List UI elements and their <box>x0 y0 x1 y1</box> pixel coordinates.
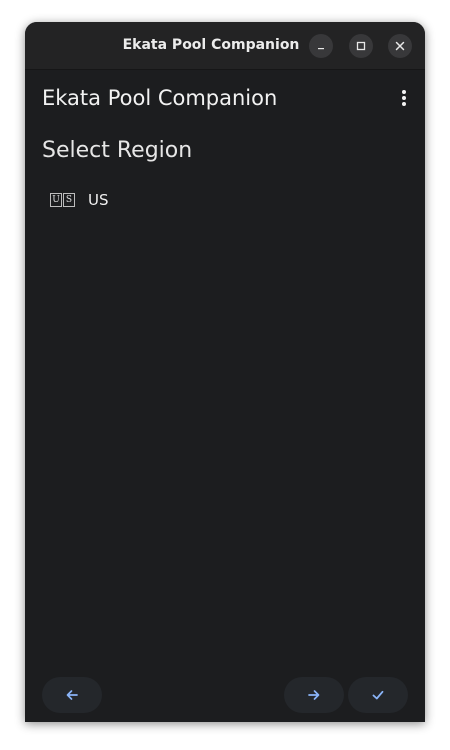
arrow-right-icon <box>308 690 320 700</box>
done-button[interactable] <box>348 677 408 713</box>
arrow-left-icon <box>66 690 78 700</box>
next-button[interactable] <box>284 677 344 713</box>
flag-letter: U <box>50 193 62 207</box>
more-vert-icon <box>402 90 406 106</box>
app-window: Ekata Pool Companion Ekata Pool Companio… <box>25 22 425 722</box>
page-heading: Select Region <box>42 138 193 163</box>
close-button[interactable] <box>388 34 412 58</box>
region-label: US <box>88 191 109 209</box>
minimize-button[interactable] <box>309 34 333 58</box>
minimize-icon <box>318 48 324 50</box>
window-title: Ekata Pool Companion <box>122 37 300 53</box>
app-title: Ekata Pool Companion <box>42 86 278 110</box>
app-bar: Ekata Pool Companion <box>25 70 425 126</box>
maximize-icon <box>356 41 366 51</box>
maximize-button[interactable] <box>349 34 373 58</box>
flag-letter: S <box>63 193 75 207</box>
window-titlebar[interactable]: Ekata Pool Companion <box>25 22 425 70</box>
us-flag-icon: U S <box>50 193 75 207</box>
back-button[interactable] <box>42 677 102 713</box>
overflow-menu-button[interactable] <box>393 86 415 110</box>
check-icon <box>372 690 384 700</box>
close-icon <box>395 41 405 51</box>
region-item-us[interactable]: U S US <box>42 186 162 214</box>
